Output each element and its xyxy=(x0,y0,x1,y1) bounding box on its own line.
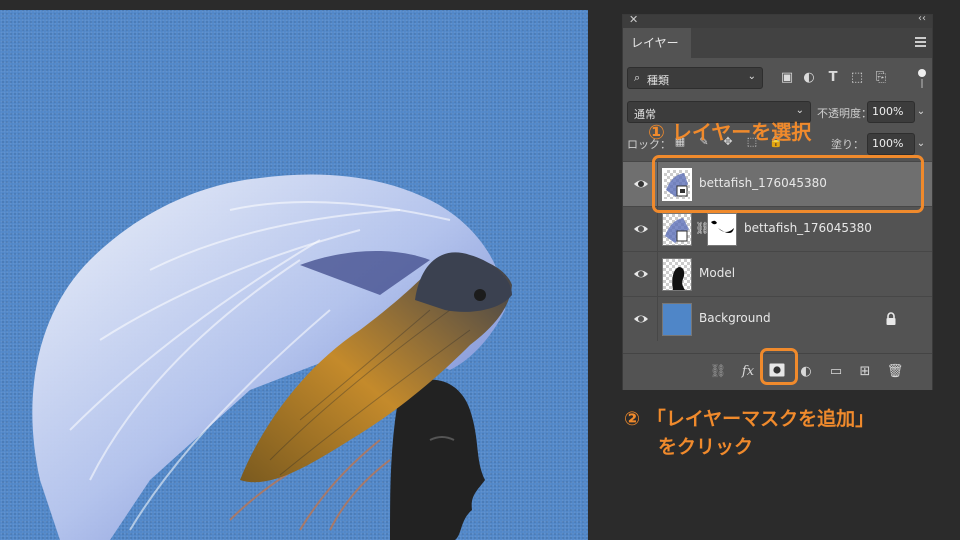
trash-icon[interactable]: 🗑 xyxy=(886,363,904,381)
adjustment-filter-icon[interactable]: ◐ xyxy=(801,70,817,86)
step2-label-line1: ② 「レイヤーマスクを追加」 xyxy=(624,408,875,430)
close-icon[interactable]: ✕ xyxy=(629,13,638,26)
step1-label: ① レイヤーを選択 xyxy=(648,120,812,144)
layer-name: Background xyxy=(699,311,771,325)
layer-thumbnail xyxy=(662,258,692,291)
opacity-dropdown-icon[interactable]: ⌄ xyxy=(915,101,927,123)
panel-titlebar: ✕ ‹‹ xyxy=(623,13,932,28)
panel-menu-icon[interactable] xyxy=(915,37,926,47)
selected-layer-highlight xyxy=(652,155,924,213)
shape-filter-icon[interactable]: ⬚ xyxy=(849,70,865,86)
fx-icon[interactable]: fx xyxy=(739,363,757,381)
layer-name: Model xyxy=(699,266,736,280)
filter-toggle[interactable] xyxy=(917,67,927,89)
layer-mask-thumbnail[interactable] xyxy=(707,213,737,246)
layer-row[interactable]: Model xyxy=(623,251,932,296)
chevron-down-icon: ⌄ xyxy=(747,71,756,82)
layer-row[interactable]: Background xyxy=(623,296,932,341)
opacity-field[interactable]: 100% xyxy=(867,101,915,123)
artwork-image xyxy=(32,174,512,540)
fill-label: 塗り： xyxy=(831,138,864,151)
new-layer-icon[interactable]: ⊞ xyxy=(856,363,874,381)
add-mask-highlight xyxy=(760,348,798,385)
lock-icon xyxy=(886,312,896,325)
type-filter-icon[interactable]: T xyxy=(825,70,841,86)
link-layers-icon[interactable]: ⛓ xyxy=(709,363,727,381)
collapse-icon[interactable]: ‹‹ xyxy=(918,13,926,24)
chevron-down-icon: ⌄ xyxy=(795,105,804,116)
eye-icon[interactable] xyxy=(633,221,649,237)
adjustment-layer-icon[interactable]: ◐ xyxy=(797,363,815,381)
step2-label-line2: をクリック xyxy=(658,436,754,458)
fill-field[interactable]: 100% xyxy=(867,133,915,155)
opacity-label: 不透明度： xyxy=(817,107,872,120)
layer-thumbnail xyxy=(662,213,692,246)
layer-thumbnail xyxy=(662,303,692,336)
layer-name: bettafish_176045380 xyxy=(744,221,872,235)
folder-icon[interactable]: ▭ xyxy=(827,363,845,381)
filter-kind-value: 種類 xyxy=(647,74,669,87)
tab-layers[interactable]: レイヤー xyxy=(623,28,691,58)
panel-tab-row: レイヤー xyxy=(623,28,932,58)
fill-dropdown-icon[interactable]: ⌄ xyxy=(915,133,927,155)
document-canvas[interactable] xyxy=(0,10,588,540)
image-filter-icon[interactable]: ▣ xyxy=(779,70,795,86)
layer-filter-select[interactable]: ⌕ 種類 ⌄ xyxy=(627,67,763,89)
eye-icon[interactable] xyxy=(633,176,649,192)
eye-icon[interactable] xyxy=(633,311,649,327)
smart-object-filter-icon[interactable]: ⎘ xyxy=(873,70,889,86)
search-icon: ⌕ xyxy=(634,71,641,84)
eye-icon[interactable] xyxy=(633,266,649,282)
